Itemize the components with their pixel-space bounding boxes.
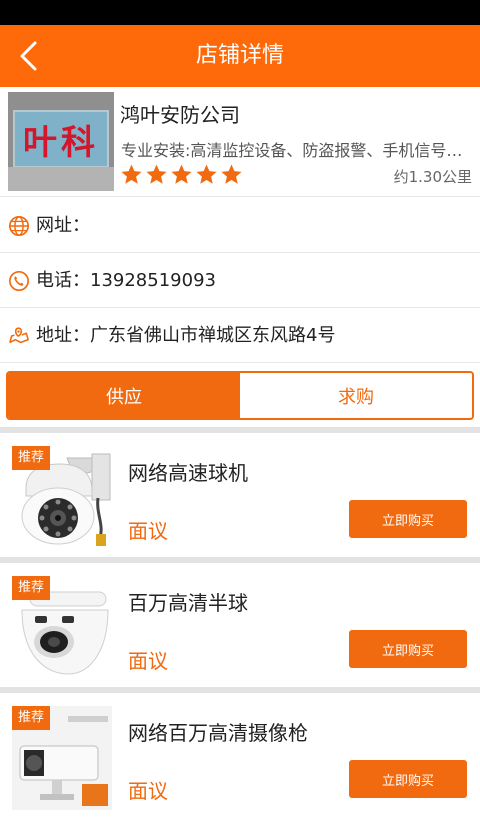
buy-now-button[interactable]: 立即购买: [349, 760, 467, 798]
star-icon: [221, 164, 242, 184]
globe-icon: [9, 216, 29, 236]
phone-row[interactable]: 电话：13928519093: [0, 253, 480, 308]
product-list: 推荐 网络高速球机 面议 立即购买 推荐 百万高清半球 面议 立即购买 推荐 网…: [0, 427, 480, 817]
shop-description: 专业安装:高清监控设备、防盗报警、手机信号放大器: [121, 141, 473, 160]
buy-now-button[interactable]: 立即购买: [349, 630, 467, 668]
shop-card: 叶科 鸿叶安防公司 专业安装:高清监控设备、防盗报警、手机信号放大器 约1.30…: [0, 87, 480, 197]
website-row[interactable]: 网址：: [0, 198, 480, 253]
product-name: 百万高清半球: [128, 591, 248, 615]
status-bar: [0, 0, 480, 25]
recommend-badge: 推荐: [12, 576, 50, 600]
address-text: 地址：广东省佛山市禅城区东风路4号: [36, 325, 336, 346]
recommend-badge: 推荐: [12, 706, 50, 730]
map-icon: [9, 327, 29, 344]
product-name: 网络高速球机: [128, 461, 248, 485]
website-label: 网址：: [36, 215, 90, 236]
star-icon: [171, 164, 192, 184]
buy-now-button[interactable]: 立即购买: [349, 500, 467, 538]
phone-text: 电话：13928519093: [36, 270, 216, 291]
shop-distance: 约1.30公里: [393, 168, 472, 186]
star-icon: [146, 164, 167, 184]
star-icon: [196, 164, 217, 184]
product-name: 网络百万高清摄像枪: [128, 721, 308, 745]
product-price: 面议: [128, 519, 168, 543]
recommend-badge: 推荐: [12, 446, 50, 470]
product-price: 面议: [128, 649, 168, 673]
star-rating: [120, 163, 243, 187]
page-title: 店铺详情: [195, 43, 284, 68]
shop-name: 鸿叶安防公司: [120, 103, 240, 127]
app-header: 店铺详情: [0, 25, 480, 87]
shop-logo-text: 叶科: [23, 122, 99, 163]
address-row[interactable]: 地址：广东省佛山市禅城区东风路4号: [0, 308, 480, 363]
segment-tabs: 供应 求购: [0, 364, 480, 427]
list-item[interactable]: 推荐 百万高清半球 面议 立即购买: [0, 563, 480, 687]
list-item[interactable]: 推荐 网络高速球机 面议 立即购买: [0, 433, 480, 557]
shop-logo: 叶科: [8, 92, 114, 191]
tab-purchase[interactable]: 求购: [240, 373, 472, 418]
phone-icon: [9, 271, 29, 291]
list-item[interactable]: 推荐 网络百万高清摄像枪 面议 立即购买: [0, 693, 480, 817]
star-icon: [121, 164, 142, 184]
tab-supply[interactable]: 供应: [8, 373, 240, 418]
